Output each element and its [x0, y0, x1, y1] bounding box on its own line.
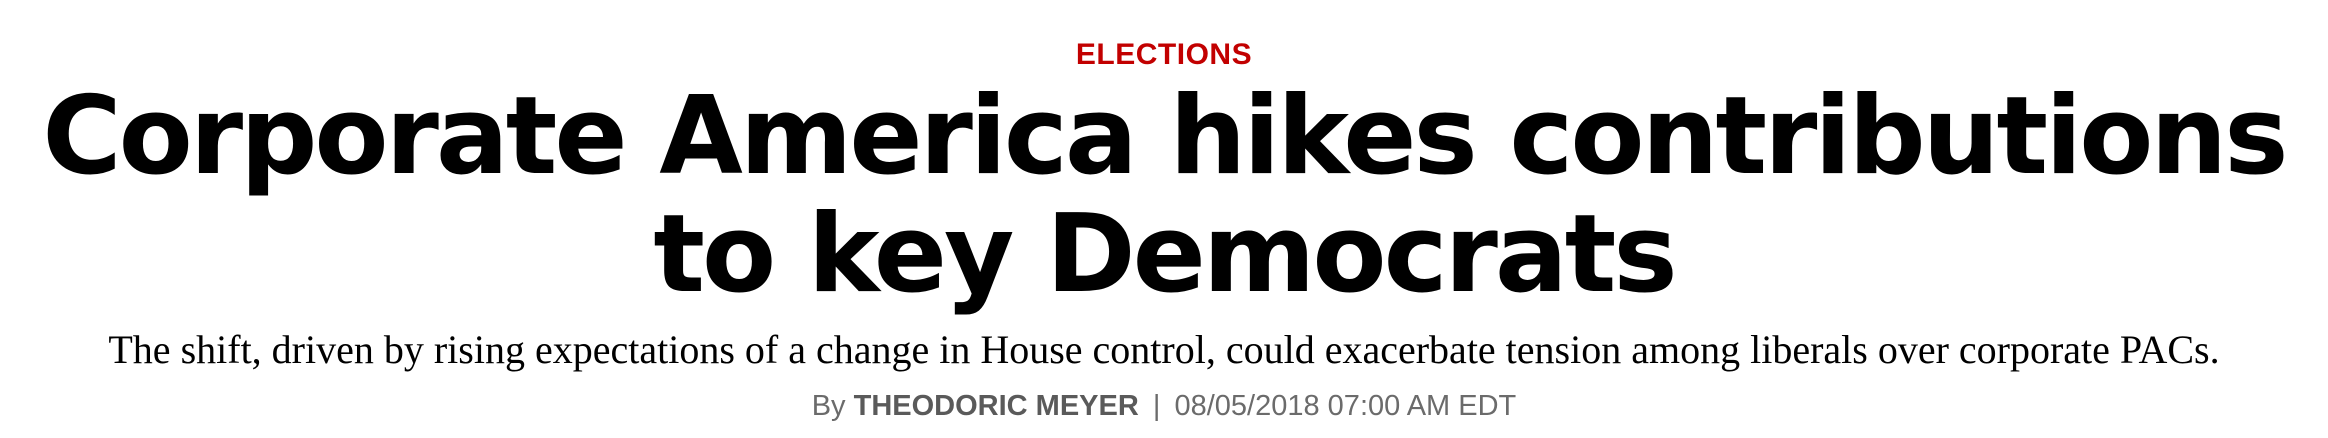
byline-separator: | [1152, 390, 1161, 422]
article-summary: The shift, driven by rising expectations… [108, 327, 2220, 372]
headline: Corporate America hikes contributions to… [42, 74, 2288, 317]
publish-timestamp: 08/05/2018 07:00 AM EDT [1174, 390, 1517, 422]
category-link[interactable]: ELECTIONS [0, 36, 2328, 74]
author-link[interactable]: THEODORIC MEYER [854, 390, 1139, 422]
byline: By THEODORIC MEYER | 08/05/2018 07:00 AM… [0, 388, 2328, 424]
byline-prefix: By [811, 390, 846, 422]
article-header: ELECTIONS Corporate America hikes contri… [0, 0, 2328, 438]
